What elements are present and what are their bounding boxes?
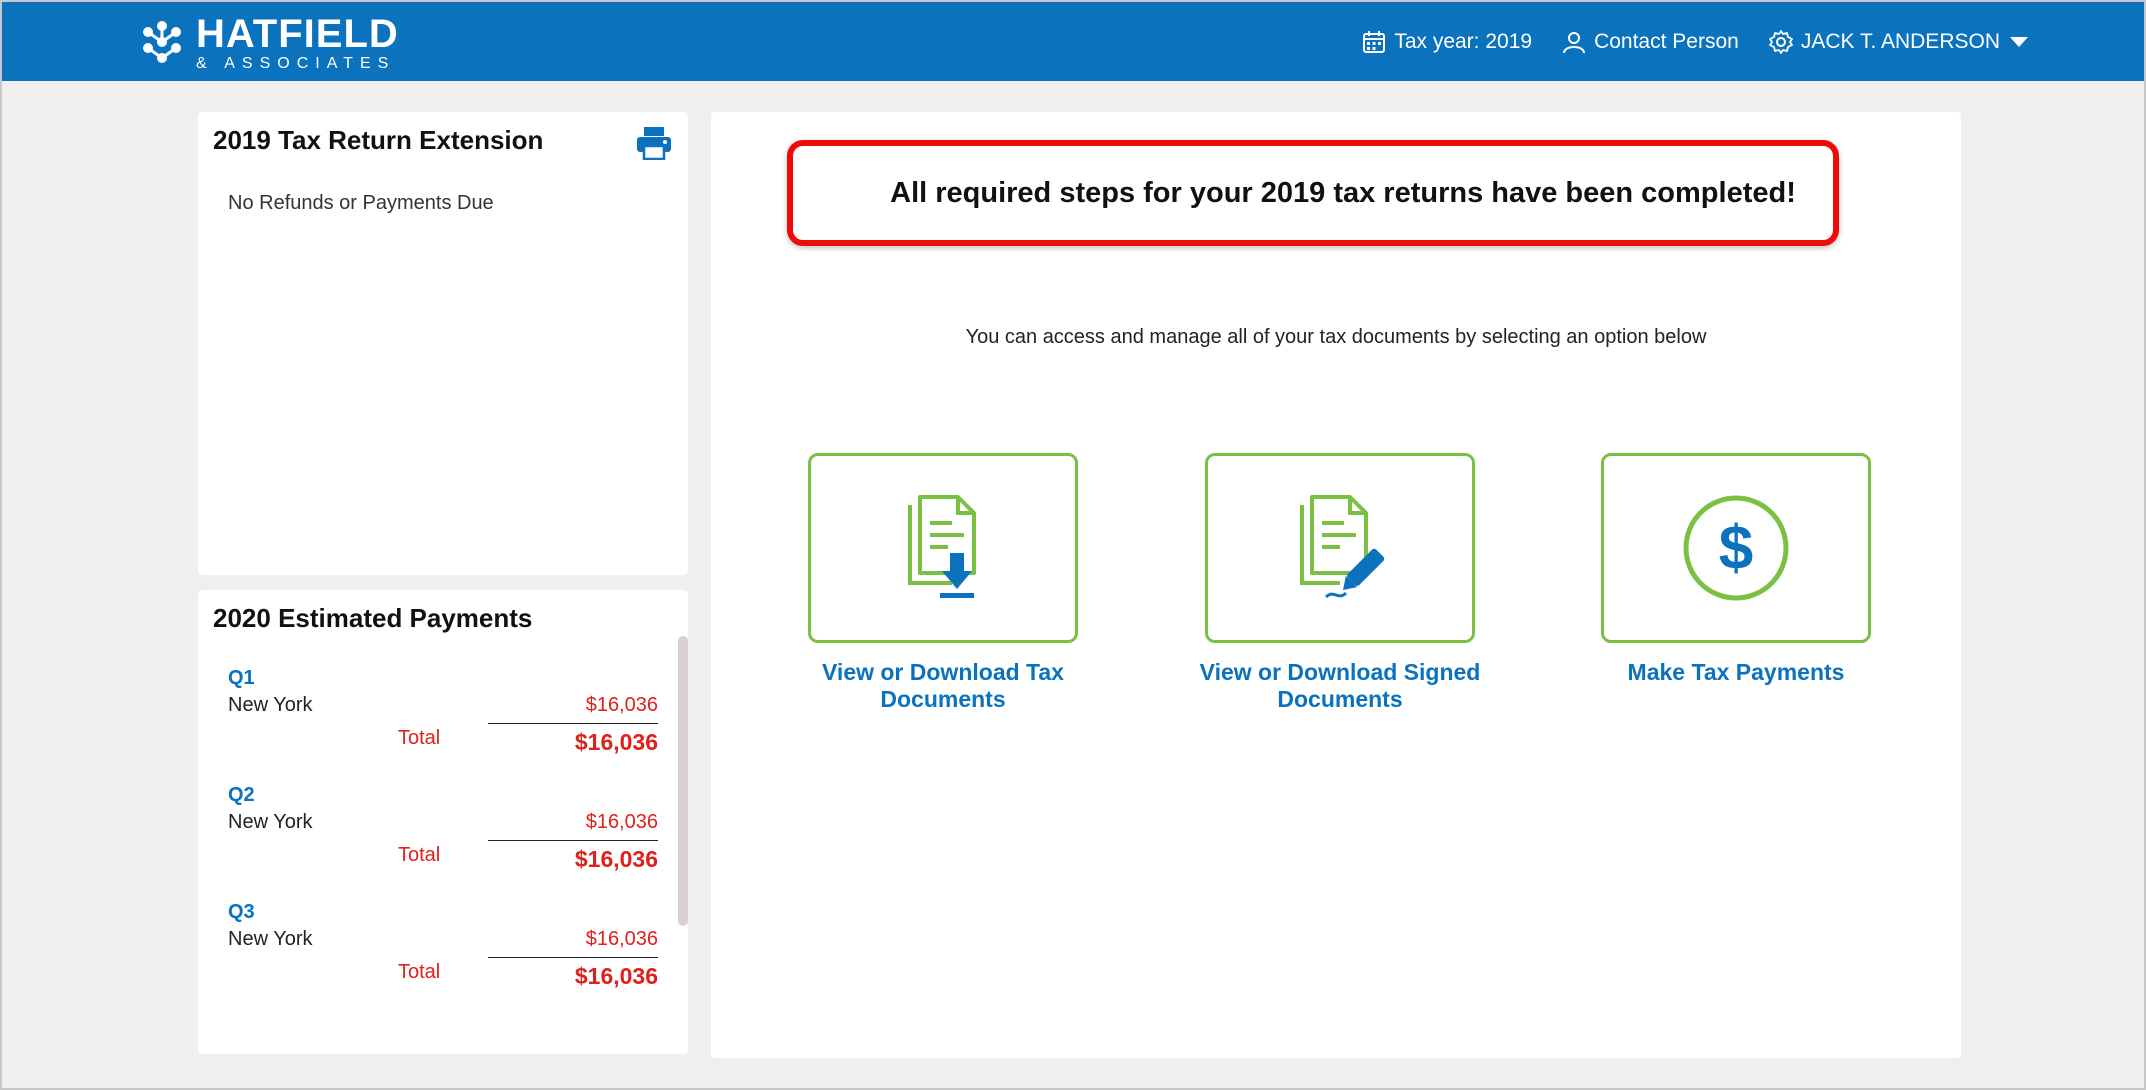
quarter-q2: Q2 New York $16,036 Total $16,036 [228, 784, 658, 872]
document-sign-icon [1300, 495, 1385, 599]
logo-name: HATFIELD [196, 12, 399, 56]
header-nav: Tax year: 2019 Contact Person JACK T. AN… [1332, 2, 2028, 81]
quarter-total: $16,036 [574, 729, 658, 755]
tax-return-extension-card: 2019 Tax Return Extension No Refunds or … [198, 112, 688, 575]
quarter-total: $16,036 [574, 846, 658, 872]
document-download-icon [908, 495, 976, 598]
dollar-icon: $ [1683, 495, 1789, 601]
chevron-down-icon[interactable] [2010, 36, 2028, 47]
quarter-q1: Q1 New York $16,036 Total $16,036 [228, 667, 658, 755]
estimated-payments-card: 2020 Estimated Payments Q1 New York $16,… [198, 590, 688, 1054]
option-tile[interactable] [1205, 453, 1475, 643]
option-label[interactable]: View or Download Tax Documents [793, 659, 1093, 713]
tax-year-label: Tax year: 2019 [1394, 29, 1533, 53]
logo-subtitle: & ASSOCIATES [196, 55, 396, 72]
app-window: HATFIELD & ASSOCIATES Tax year: 2019 Con… [0, 0, 2146, 1090]
quarter-label: Q2 [228, 784, 255, 806]
quarter-label: Q3 [228, 901, 255, 923]
logo-mark-icon [143, 21, 181, 63]
completion-message: All required steps for your 2019 tax ret… [890, 176, 1796, 209]
top-nav-bar: HATFIELD & ASSOCIATES Tax year: 2019 Con… [2, 2, 2144, 81]
user-name: JACK T. ANDERSON [1800, 29, 2000, 53]
printer-icon[interactable] [636, 126, 672, 160]
total-label: Total [398, 727, 441, 749]
gear-icon [1768, 29, 1793, 54]
quarter-q3: Q3 New York $16,036 Total $16,036 [228, 901, 658, 989]
company-logo[interactable]: HATFIELD & ASSOCIATES [138, 12, 399, 72]
estimated-payments-title: 2020 Estimated Payments [213, 603, 533, 633]
option-label[interactable]: Make Tax Payments [1586, 659, 1886, 686]
quarter-amount: $16,036 [585, 694, 658, 716]
contact-person-label: Contact Person [1594, 29, 1739, 53]
option-tile[interactable]: $ [1601, 453, 1871, 643]
contact-person-link[interactable]: Contact Person [1562, 30, 1739, 54]
view-download-signed-documents-option[interactable]: View or Download Signed Documents [1190, 453, 1490, 713]
completion-banner: All required steps for your 2019 tax ret… [787, 140, 1839, 246]
quarter-amount: $16,036 [585, 928, 658, 950]
quarter-label: Q1 [228, 667, 255, 689]
divider [488, 840, 658, 841]
view-download-tax-documents-option[interactable]: View or Download Tax Documents [793, 453, 1093, 713]
divider [488, 723, 658, 724]
quarter-state: New York [228, 928, 313, 950]
extension-note: No Refunds or Payments Due [228, 192, 494, 214]
total-label: Total [398, 961, 441, 983]
make-tax-payments-option[interactable]: $ Make Tax Payments [1586, 453, 1886, 686]
option-tile[interactable] [808, 453, 1078, 643]
quarter-amount: $16,036 [585, 811, 658, 833]
total-label: Total [398, 844, 441, 866]
quarter-state: New York [228, 694, 313, 716]
quarter-state: New York [228, 811, 313, 833]
instructions-text: You can access and manage all of your ta… [965, 326, 1707, 348]
calendar-icon [1363, 30, 1386, 53]
quarter-total: $16,036 [574, 963, 658, 989]
scrollbar[interactable] [678, 636, 688, 926]
user-menu[interactable]: JACK T. ANDERSON [1768, 29, 2028, 54]
svg-text:$: $ [1719, 514, 1753, 583]
extension-title: 2019 Tax Return Extension [213, 125, 544, 155]
option-label[interactable]: View or Download Signed Documents [1190, 659, 1490, 713]
divider [488, 957, 658, 958]
user-icon [1563, 31, 1586, 53]
tax-year-selector[interactable]: Tax year: 2019 [1362, 30, 1532, 54]
main-panel: All required steps for your 2019 tax ret… [711, 112, 1961, 1058]
